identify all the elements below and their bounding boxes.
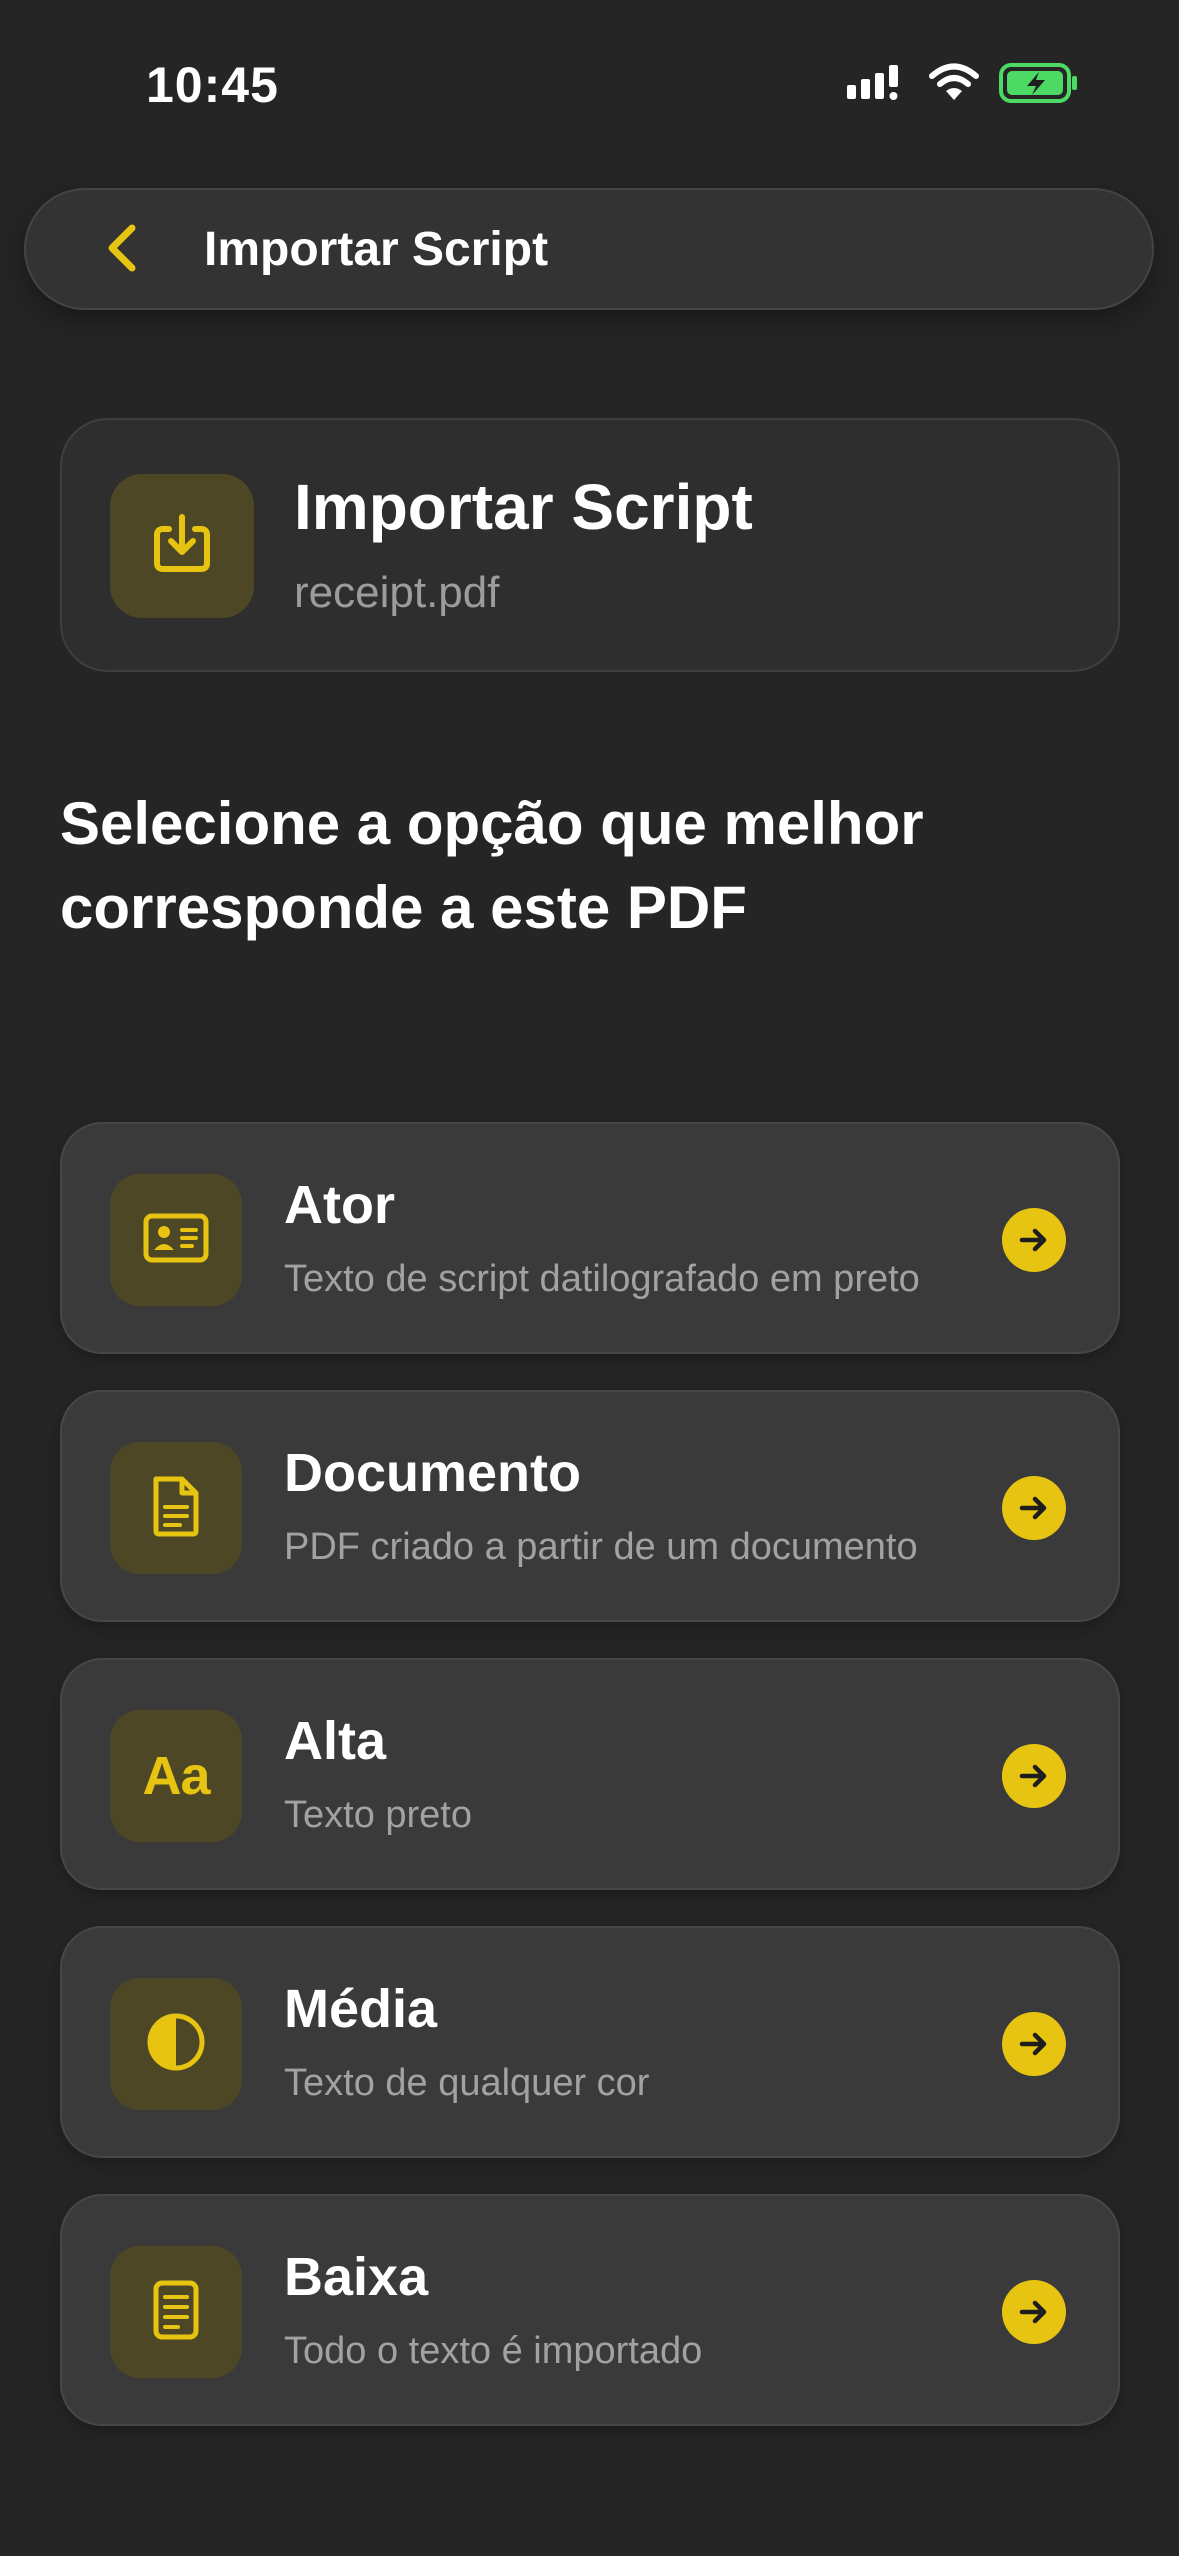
nav-bar: Importar Script [24, 188, 1154, 310]
nav-title: Importar Script [204, 223, 549, 276]
options-list: Ator Texto de script datilografado em pr… [60, 1122, 1120, 2462]
back-button[interactable] [86, 214, 158, 286]
arrow-right-icon [1002, 1476, 1066, 1540]
option-media[interactable]: Média Texto de qualquer cor [60, 1926, 1120, 2158]
status-bar: 10:45 [0, 0, 1179, 160]
arrow-right-icon [1002, 1208, 1066, 1272]
option-icon-tile [110, 1978, 242, 2110]
option-description: Texto de script datilografado em preto [284, 1258, 920, 1300]
option-baixa[interactable]: Baixa Todo o texto é importado [60, 2194, 1120, 2426]
document-icon [148, 1473, 204, 1544]
option-icon-tile [110, 1174, 242, 1306]
option-description: Texto preto [284, 1794, 472, 1836]
contrast-icon [144, 2010, 208, 2079]
option-icon-tile: Aa [110, 1710, 242, 1842]
option-description: PDF criado a partir de um documento [284, 1526, 918, 1568]
option-description: Texto de qualquer cor [284, 2062, 650, 2104]
option-ator[interactable]: Ator Texto de script datilografado em pr… [60, 1122, 1120, 1354]
arrow-right-icon [1002, 1744, 1066, 1808]
screen: 10:45 Importar Script Importar Script re… [0, 0, 1179, 2556]
option-title: Documento [284, 1443, 581, 1503]
import-icon [149, 511, 215, 582]
arrow-right-icon [1002, 2012, 1066, 2076]
status-icons [847, 62, 1079, 109]
prompt-heading: Selecione a opção que melhor corresponde… [60, 790, 924, 941]
text-aa-icon: Aa [142, 1746, 210, 1806]
wifi-icon [929, 63, 979, 108]
file-name: receipt.pdf [294, 568, 500, 617]
option-title: Média [284, 1979, 438, 2039]
option-title: Alta [284, 1711, 387, 1771]
cellular-signal-icon [847, 63, 909, 108]
option-documento[interactable]: Documento PDF criado a partir de um docu… [60, 1390, 1120, 1622]
option-alta[interactable]: Aa Alta Texto preto [60, 1658, 1120, 1890]
option-icon-tile [110, 1442, 242, 1574]
battery-charging-icon [999, 62, 1079, 109]
file-card: Importar Script receipt.pdf [60, 418, 1120, 672]
option-description: Todo o texto é importado [284, 2330, 703, 2372]
notes-icon [148, 2277, 204, 2348]
chevron-left-icon [102, 222, 142, 279]
option-icon-tile [110, 2246, 242, 2378]
option-title: Ator [284, 1175, 395, 1235]
id-card-icon [142, 1210, 210, 1271]
file-icon-tile [110, 474, 254, 618]
option-title: Baixa [284, 2247, 429, 2307]
status-time: 10:45 [146, 57, 279, 113]
arrow-right-icon [1002, 2280, 1066, 2344]
file-card-title: Importar Script [294, 471, 753, 543]
